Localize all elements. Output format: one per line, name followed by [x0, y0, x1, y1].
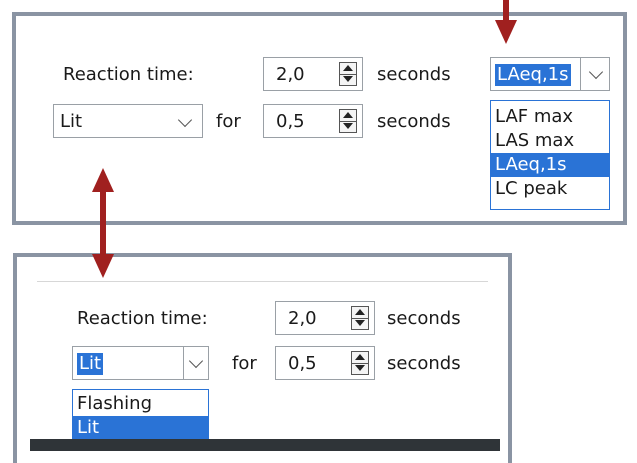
footer-bar [30, 439, 500, 451]
dropdown-option[interactable]: Flashing [73, 392, 208, 416]
reaction-time-value: 2,0 [288, 308, 317, 329]
annotation-arrow-up-icon [92, 168, 114, 192]
annotation-arrow-down-icon [92, 254, 114, 278]
state-select[interactable]: Lit [72, 346, 209, 380]
annotation-arrow-down-icon [495, 20, 517, 44]
duration-value: 0,5 [276, 111, 305, 132]
chevron-down-icon [588, 64, 604, 80]
duration-spinbox[interactable]: 0,5 [263, 104, 363, 138]
arrow-up-icon [355, 354, 365, 360]
dropdown-option-selected[interactable]: LAeq,1s [491, 153, 609, 177]
parameter-select[interactable]: LAeq,1s [490, 57, 610, 91]
duration-stepper[interactable] [351, 351, 369, 375]
duration-value: 0,5 [288, 353, 317, 374]
bottom-settings-panel: Reaction time: 2,0 seconds Lit Flashing … [13, 253, 512, 463]
dropdown-option-selected[interactable]: Lit [73, 416, 208, 440]
annotation-arrow-shaft [503, 0, 509, 22]
decrement-button[interactable] [352, 318, 368, 329]
annotation-arrow-shaft [100, 190, 106, 256]
divider [37, 281, 488, 282]
select-divider [580, 58, 581, 90]
duration-spinbox[interactable]: 0,5 [275, 346, 375, 380]
decrement-button[interactable] [352, 363, 368, 374]
state-select-value: Lit [60, 111, 83, 132]
reaction-time-unit: seconds [377, 64, 451, 85]
arrow-down-icon [355, 365, 365, 371]
select-divider [183, 347, 184, 379]
reaction-time-unit: seconds [387, 308, 461, 329]
arrow-down-icon [343, 76, 353, 82]
decrement-button[interactable] [340, 121, 356, 132]
reaction-time-value: 2,0 [276, 64, 305, 85]
reaction-time-spinbox[interactable]: 2,0 [263, 57, 363, 91]
arrow-up-icon [343, 112, 353, 118]
reaction-time-stepper[interactable] [351, 306, 369, 330]
for-label: for [216, 111, 241, 132]
parameter-select-value: LAeq,1s [495, 64, 571, 86]
duration-unit: seconds [377, 111, 451, 132]
arrow-down-icon [343, 123, 353, 129]
reaction-time-label: Reaction time: [63, 64, 194, 85]
state-select-value: Lit [77, 353, 104, 375]
dropdown-option[interactable]: LAS max [491, 129, 609, 153]
dropdown-option[interactable]: LAF max [491, 105, 609, 129]
arrow-up-icon [355, 309, 365, 315]
state-select[interactable]: Lit [53, 104, 203, 138]
duration-unit: seconds [387, 353, 461, 374]
chevron-down-icon [188, 353, 204, 369]
reaction-time-spinbox[interactable]: 2,0 [275, 301, 375, 335]
arrow-down-icon [355, 320, 365, 326]
arrow-up-icon [343, 65, 353, 71]
for-label: for [232, 353, 257, 374]
reaction-time-label: Reaction time: [77, 308, 208, 329]
decrement-button[interactable] [340, 74, 356, 85]
reaction-time-stepper[interactable] [339, 62, 357, 86]
chevron-down-icon [177, 112, 193, 128]
duration-stepper[interactable] [339, 109, 357, 133]
dropdown-option[interactable]: LC peak [491, 177, 609, 201]
parameter-dropdown-list[interactable]: LAF max LAS max LAeq,1s LC peak [490, 100, 610, 210]
state-dropdown-list[interactable]: Flashing Lit [72, 389, 209, 443]
